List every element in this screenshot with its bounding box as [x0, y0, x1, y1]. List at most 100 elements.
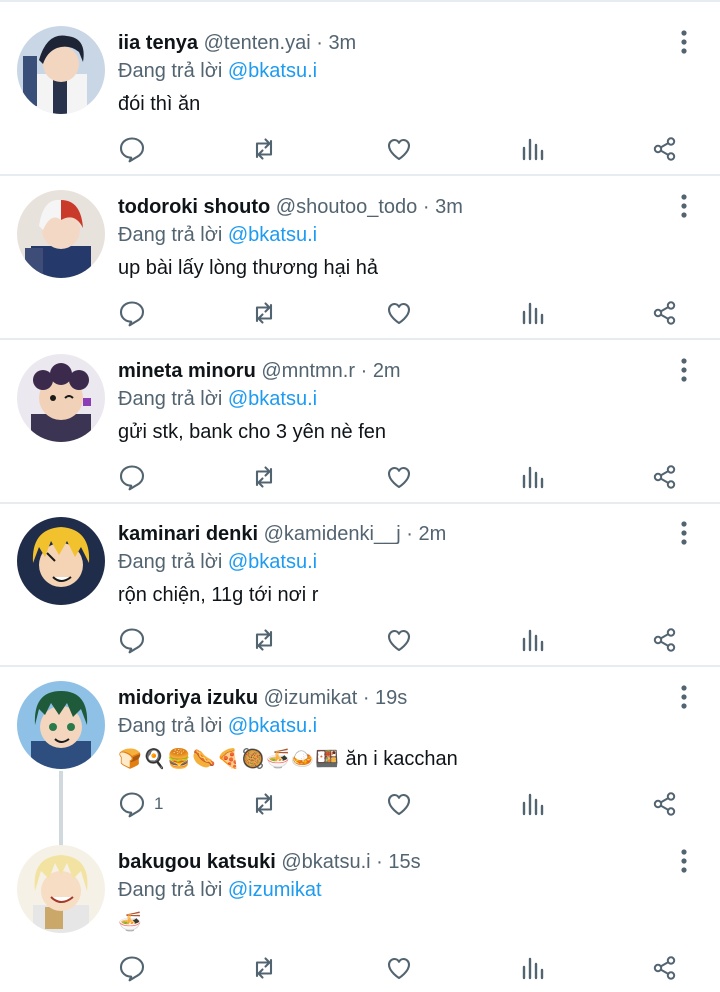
share-button[interactable] — [651, 953, 679, 983]
separator-dot: · — [422, 196, 430, 218]
user-handle[interactable]: @mntmn.r — [261, 360, 355, 382]
display-name[interactable]: kaminari denki — [118, 523, 258, 545]
mention-link[interactable]: @bkatsu.i — [228, 224, 317, 246]
heart-icon — [387, 466, 411, 489]
retweet-button[interactable] — [250, 462, 278, 492]
reply-button[interactable]: 1 — [118, 789, 163, 819]
reply-button[interactable] — [118, 134, 146, 164]
user-handle[interactable]: @bkatsu.i — [281, 851, 370, 873]
stats-icon — [522, 957, 544, 980]
user-handle[interactable]: @shoutoo_todo — [276, 196, 418, 218]
timestamp[interactable]: 2m — [418, 523, 446, 545]
display-name[interactable]: midoriya izuku — [118, 687, 258, 709]
reply-icon — [119, 465, 145, 491]
share-icon — [653, 628, 676, 652]
reply-button[interactable] — [118, 462, 146, 492]
timestamp[interactable]: 3m — [435, 196, 463, 218]
more-options-button[interactable] — [670, 356, 698, 384]
timestamp[interactable]: 15s — [388, 851, 420, 873]
tweet-text: up bài lấy lòng thương hại hả — [118, 257, 379, 279]
share-button[interactable] — [651, 134, 679, 164]
like-button[interactable] — [385, 953, 413, 983]
more-options-button[interactable] — [670, 847, 698, 875]
tweet-text: 🍞🍳🍔🌭🍕🥘🍜🍛🍱 ăn i kacchan — [118, 744, 458, 775]
action-bar: 1 — [0, 789, 720, 819]
timestamp[interactable]: 2m — [373, 360, 401, 382]
reply-button[interactable] — [118, 625, 146, 655]
heart-icon — [387, 138, 411, 161]
retweet-button[interactable] — [250, 134, 278, 164]
replying-to: Đang trả lời @bkatsu.i — [118, 385, 317, 413]
tweet[interactable]: bakugou katsuki @bkatsu.i · 15s Đang trả… — [0, 831, 720, 992]
more-options-button[interactable] — [670, 192, 698, 220]
tweet[interactable]: kaminari denki @kamidenki__j · 2m Đang t… — [0, 503, 720, 667]
avatar[interactable] — [17, 517, 105, 605]
retweet-icon — [255, 957, 273, 979]
retweet-button[interactable] — [250, 625, 278, 655]
divider — [0, 0, 720, 2]
user-handle[interactable]: @tenten.yai — [204, 32, 311, 54]
share-button[interactable] — [651, 625, 679, 655]
action-bar — [0, 462, 720, 492]
replying-to-label: Đang trả lời — [118, 60, 223, 82]
replying-to: Đang trả lời @bkatsu.i — [118, 712, 317, 740]
mention-link[interactable]: @izumikat — [228, 879, 322, 901]
mention-link[interactable]: @bkatsu.i — [228, 388, 317, 410]
mention-link[interactable]: @bkatsu.i — [228, 551, 317, 573]
like-button[interactable] — [385, 134, 413, 164]
stats-button[interactable] — [519, 625, 547, 655]
replying-to: Đang trả lời @izumikat — [118, 876, 322, 904]
tweet[interactable]: todoroki shouto @shoutoo_todo · 3m Đang … — [0, 176, 720, 340]
action-bar — [0, 625, 720, 655]
stats-button[interactable] — [519, 789, 547, 819]
avatar[interactable] — [17, 681, 105, 769]
share-button[interactable] — [651, 462, 679, 492]
stats-button[interactable] — [519, 953, 547, 983]
like-button[interactable] — [385, 462, 413, 492]
avatar[interactable] — [17, 190, 105, 278]
retweet-button[interactable] — [250, 953, 278, 983]
like-button[interactable] — [385, 298, 413, 328]
replying-to: Đang trả lời @bkatsu.i — [118, 548, 317, 576]
avatar[interactable] — [17, 26, 105, 114]
stats-icon — [522, 466, 544, 489]
user-handle[interactable]: @kamidenki__j — [264, 523, 401, 545]
stats-button[interactable] — [519, 134, 547, 164]
mention-link[interactable]: @bkatsu.i — [228, 715, 317, 737]
stats-icon — [522, 629, 544, 652]
more-vertical-icon — [681, 685, 687, 709]
timestamp[interactable]: 19s — [375, 687, 407, 709]
tweet[interactable]: iia tenya @tenten.yai · 3m Đang trả lời … — [0, 12, 720, 176]
tweet[interactable]: midoriya izuku @izumikat · 19s Đang trả … — [0, 667, 720, 847]
share-button[interactable] — [651, 298, 679, 328]
display-name[interactable]: mineta minoru — [118, 360, 256, 382]
share-icon — [653, 465, 676, 489]
display-name[interactable]: todoroki shouto — [118, 196, 270, 218]
reply-feed: iia tenya @tenten.yai · 3m Đang trả lời … — [0, 0, 720, 992]
stats-button[interactable] — [519, 298, 547, 328]
user-handle[interactable]: @izumikat — [264, 687, 358, 709]
more-options-button[interactable] — [670, 519, 698, 547]
reply-button[interactable] — [118, 953, 146, 983]
avatar[interactable] — [17, 354, 105, 442]
stats-icon — [522, 793, 544, 816]
more-options-button[interactable] — [670, 28, 698, 56]
display-name[interactable]: iia tenya — [118, 32, 198, 54]
reply-button[interactable] — [118, 298, 146, 328]
mention-link[interactable]: @bkatsu.i — [228, 60, 317, 82]
stats-button[interactable] — [519, 462, 547, 492]
retweet-button[interactable] — [250, 298, 278, 328]
like-button[interactable] — [385, 625, 413, 655]
more-options-button[interactable] — [670, 683, 698, 711]
like-button[interactable] — [385, 789, 413, 819]
tweet[interactable]: mineta minoru @mntmn.r · 2m Đang trả lời… — [0, 340, 720, 504]
timestamp[interactable]: 3m — [328, 32, 356, 54]
retweet-button[interactable] — [250, 789, 278, 819]
avatar[interactable] — [17, 845, 105, 933]
action-bar — [0, 134, 720, 164]
more-vertical-icon — [681, 849, 687, 873]
display-name[interactable]: bakugou katsuki — [118, 851, 276, 873]
replying-to-label: Đang trả lời — [118, 715, 223, 737]
stats-icon — [522, 138, 544, 161]
share-button[interactable] — [651, 789, 679, 819]
